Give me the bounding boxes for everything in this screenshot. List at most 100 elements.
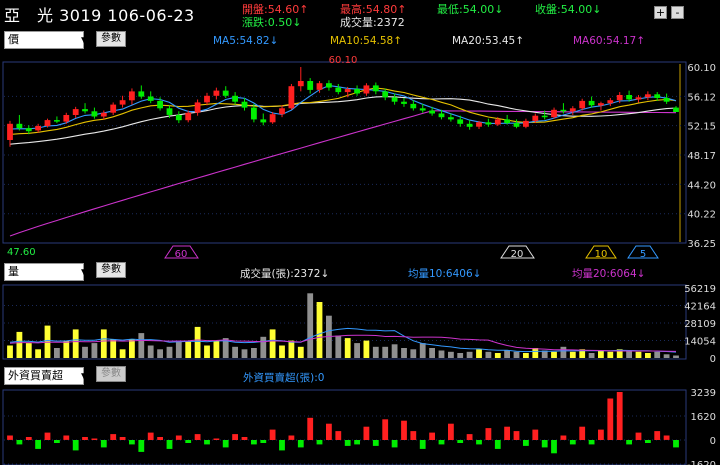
volume-bar	[100, 329, 107, 358]
foreign-tick-label: -1620	[687, 460, 716, 465]
foreign-bar	[166, 440, 173, 449]
foreign-bar	[91, 438, 98, 440]
candle-body	[598, 103, 604, 106]
foreign-bar	[485, 428, 492, 440]
ma10-marker: 10	[585, 245, 617, 260]
foreign-bar	[438, 440, 445, 445]
foreign-bar	[54, 440, 60, 443]
volume-bar	[7, 345, 13, 358]
candle-body	[579, 100, 586, 109]
volume-bar	[485, 351, 492, 358]
candle-body	[626, 95, 632, 100]
candle-body	[288, 86, 295, 109]
candle-body	[138, 91, 145, 97]
foreign-bar	[241, 437, 248, 440]
price-tick-label: 60.10	[687, 63, 716, 74]
candle-body	[279, 108, 285, 115]
candle-body	[110, 104, 117, 113]
foreign-bar	[532, 429, 539, 440]
candle-body	[401, 101, 407, 104]
volume-bar	[129, 339, 135, 358]
volume-bar	[457, 353, 464, 358]
candle-body	[91, 111, 98, 117]
foreign-bar	[401, 420, 407, 440]
ma5-line	[9, 85, 677, 130]
foreign-bar	[513, 431, 520, 440]
volume-bar	[288, 340, 295, 358]
volume-bar	[410, 349, 417, 358]
candle-body	[82, 109, 88, 112]
candle-body	[326, 83, 332, 88]
volume-bar	[35, 349, 41, 358]
volume-bar	[279, 345, 285, 358]
volume-tick-label: 14054	[684, 337, 716, 348]
volume-bar	[138, 333, 145, 358]
price-panel-frame	[2, 61, 687, 244]
foreign-bar	[82, 437, 88, 440]
volume-avg20-line	[9, 334, 677, 352]
volume-bar	[72, 329, 79, 358]
candle-body	[391, 97, 398, 102]
volume-tick-label: 56219	[684, 284, 716, 295]
volume-bar	[588, 353, 595, 358]
candle-body	[54, 120, 60, 122]
volume-bar	[551, 351, 557, 358]
candle-body	[251, 107, 257, 120]
foreign-bar	[16, 440, 23, 445]
candle-body	[382, 91, 389, 98]
foreign-bar	[344, 440, 351, 446]
candle-body	[569, 108, 576, 112]
price-tick-label: 56.12	[687, 92, 716, 103]
candle-body	[44, 120, 51, 126]
candle-body	[607, 100, 614, 104]
candle-body	[335, 87, 342, 93]
candle-body	[307, 81, 314, 90]
foreign-bar	[222, 440, 229, 448]
volume-tick-label: 0	[710, 354, 716, 365]
candle-body	[166, 108, 173, 115]
foreign-bar	[391, 440, 398, 448]
foreign-bar	[307, 417, 314, 440]
candle-body	[504, 119, 510, 124]
volume-bar	[654, 351, 661, 358]
candle-body	[260, 119, 267, 123]
candle-body	[523, 120, 529, 127]
candle-body	[35, 126, 41, 131]
candle-body	[419, 108, 426, 111]
candle-body	[645, 94, 651, 98]
foreign-tick-label: 1620	[691, 412, 716, 423]
foreign-bar	[635, 432, 642, 440]
foreign-bar	[63, 435, 70, 440]
volume-bar	[204, 345, 210, 358]
foreign-bar	[204, 440, 210, 445]
candle-body	[476, 122, 482, 127]
foreign-bar	[175, 435, 182, 440]
foreign-bar	[35, 440, 41, 449]
foreign-bar	[607, 398, 614, 440]
volume-bar	[419, 343, 426, 358]
foreign-bar	[44, 432, 51, 440]
candle-body	[100, 112, 107, 117]
volume-bar	[232, 346, 238, 358]
candle-body	[222, 90, 229, 96]
candle-body	[175, 115, 182, 121]
foreign-bar	[551, 440, 557, 454]
foreign-bar	[316, 440, 323, 445]
candle-body	[457, 119, 464, 124]
candle-body	[673, 107, 679, 112]
ma60-marker-label: 60	[175, 249, 188, 260]
candle-body	[129, 91, 135, 101]
foreign-bar	[626, 440, 632, 445]
foreign-bar	[645, 440, 651, 443]
volume-bar	[110, 339, 117, 358]
candle-body	[541, 115, 548, 118]
volume-bar	[673, 355, 679, 358]
volume-bar	[363, 340, 370, 358]
volume-bar	[607, 351, 614, 358]
volume-bar	[335, 335, 342, 358]
price-tick-label: 48.17	[687, 151, 716, 162]
volume-bar	[344, 338, 351, 358]
candle-body	[663, 98, 670, 102]
candle-body	[297, 81, 304, 87]
candle-body	[316, 83, 323, 90]
